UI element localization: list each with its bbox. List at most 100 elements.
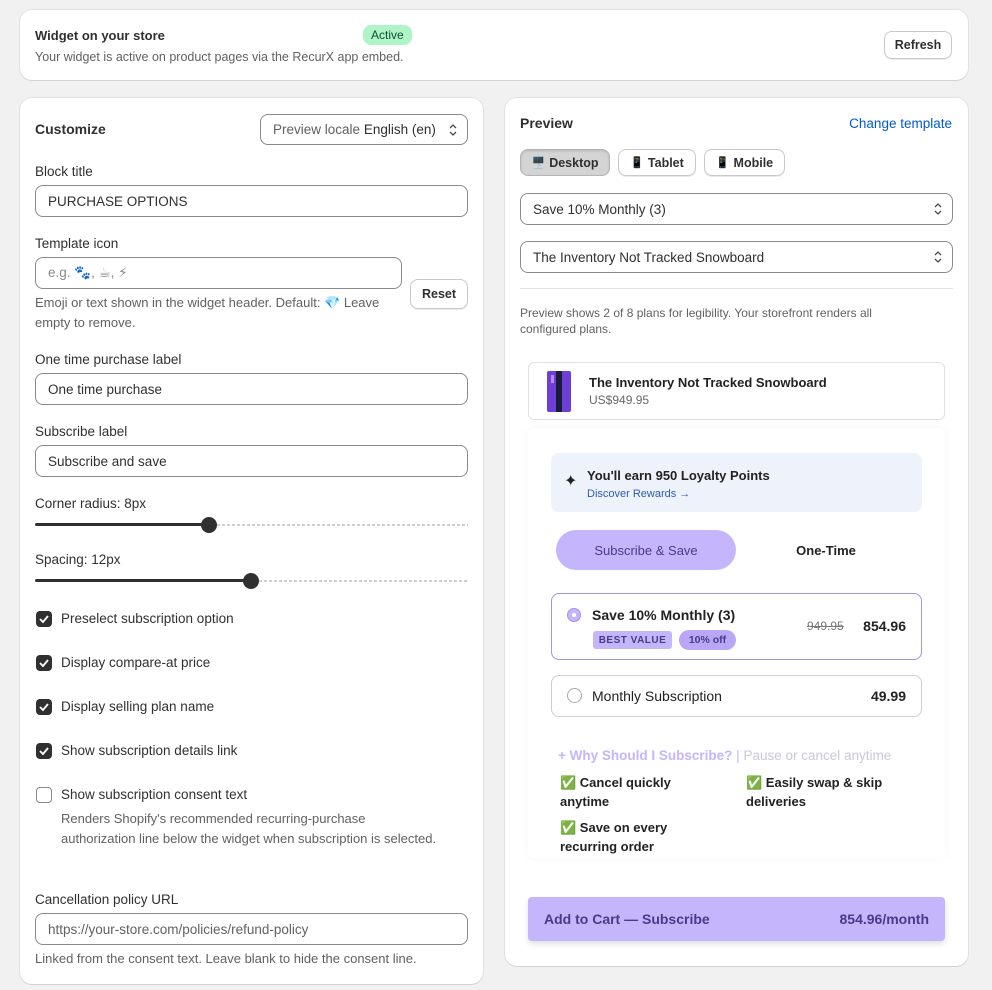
why-subscribe-heading: + Why Should I Subscribe? — [558, 748, 733, 763]
subscription-widget: ✦ You'll earn 950 Loyalty Points Discove… — [528, 428, 945, 858]
divider — [520, 288, 953, 289]
template-icon-input[interactable]: e.g. 🐾, ☕, ⚡ — [35, 257, 402, 289]
product-name: The Inventory Not Tracked Snowboard — [589, 375, 827, 390]
radio-icon — [567, 688, 582, 703]
benefit-item: ✅ Easily swap & skip deliveries — [746, 775, 883, 809]
radio-selected-icon — [567, 608, 581, 622]
product-summary: The Inventory Not Tracked Snowboard US$9… — [528, 362, 945, 420]
customize-card: Customize Preview locale English (en) Bl… — [20, 98, 483, 984]
select-chevron-icon — [934, 203, 942, 215]
plan-price: 49.99 — [870, 688, 906, 704]
cancellation-url-help: Linked from the consent text. Leave blan… — [35, 951, 417, 966]
add-to-cart-label: Add to Cart — Subscribe — [544, 911, 710, 927]
product-select-value: The Inventory Not Tracked Snowboard — [533, 249, 765, 265]
subscription-details-link-label: Show subscription details link — [61, 743, 238, 758]
widget-status-card: Widget on your store Active Your widget … — [20, 10, 968, 80]
plan-name: Monthly Subscription — [592, 688, 722, 704]
plan-name: Save 10% Monthly (3) — [592, 607, 736, 623]
add-to-cart-button[interactable]: Add to Cart — Subscribe 854.96/month — [528, 897, 945, 941]
refresh-button[interactable]: Refresh — [884, 31, 952, 59]
subscribe-label-label: Subscribe label — [35, 424, 128, 439]
product-select[interactable]: The Inventory Not Tracked Snowboard — [520, 241, 953, 273]
loyalty-banner: ✦ You'll earn 950 Loyalty Points Discove… — [551, 453, 922, 512]
selling-plan-name-label: Display selling plan name — [61, 699, 215, 714]
slider-thumb[interactable] — [243, 573, 259, 589]
slider-fill — [35, 579, 251, 582]
spacing-label: Spacing: 12px — [35, 552, 121, 567]
selling-plan-name-checkbox[interactable] — [36, 699, 52, 715]
loyalty-title: You'll earn 950 Loyalty Points — [587, 468, 770, 483]
customize-title: Customize — [35, 121, 106, 137]
spacing-slider[interactable] — [35, 573, 468, 589]
slider-track — [217, 524, 468, 526]
device-mobile-label: Mobile — [733, 155, 774, 170]
template-icon-label: Template icon — [35, 236, 119, 251]
check-icon — [39, 747, 49, 756]
select-chevron-icon — [449, 123, 457, 136]
device-tablet-button[interactable]: 📱 Tablet — [618, 149, 696, 176]
add-to-cart-price: 854.96/month — [839, 911, 929, 927]
tab-subscribe-save[interactable]: Subscribe & Save — [556, 530, 736, 570]
why-subscribe-subtitle: Pause or cancel anytime — [743, 748, 892, 763]
discover-rewards-link[interactable]: Discover Rewards → — [587, 488, 690, 500]
mobile-icon: 📱 — [715, 157, 730, 169]
tablet-icon: 📱 — [630, 157, 644, 169]
one-time-label-label: One time purchase label — [35, 352, 182, 367]
block-title-input[interactable]: PURCHASE OPTIONS — [35, 185, 468, 217]
preview-note: Preview shows 2 of 8 plans for legibilit… — [520, 306, 872, 336]
cancellation-url-label: Cancellation policy URL — [35, 892, 179, 907]
locale-select-value: English (en) — [363, 122, 436, 137]
cancellation-url-input[interactable]: https://your-store.com/policies/refund-p… — [35, 913, 468, 945]
consent-text-label: Show subscription consent text — [61, 787, 248, 802]
widget-status-title: Widget on your store — [35, 28, 165, 43]
consent-text-checkbox[interactable] — [36, 787, 52, 803]
preview-card: Preview Change template 🖥️ Desktop 📱 Table… — [505, 98, 968, 966]
why-subscribe-link[interactable]: + Why Should I Subscribe? | Pause or can… — [558, 748, 891, 763]
check-icon — [39, 659, 49, 668]
slider-thumb[interactable] — [201, 517, 217, 533]
select-chevron-icon — [934, 251, 942, 263]
reset-icon-button[interactable]: Reset — [410, 279, 468, 309]
slider-track — [259, 580, 468, 582]
one-time-label-input[interactable]: One time purchase — [35, 373, 468, 405]
subscription-details-link-checkbox[interactable] — [36, 743, 52, 759]
compare-at-price-label: Display compare-at price — [61, 655, 211, 670]
device-desktop-button[interactable]: 🖥️ Desktop — [520, 149, 610, 176]
tab-one-time[interactable]: One-Time — [748, 530, 904, 570]
compare-at-price: 949.95 — [807, 619, 844, 633]
why-subscribe-separator: | — [736, 748, 740, 763]
template-icon-help: Emoji or text shown in the widget header… — [35, 295, 380, 330]
corner-radius-label: Corner radius: 8px — [35, 496, 147, 511]
device-tablet-label: Tablet — [647, 155, 684, 170]
plan-select-value: Save 10% Monthly (3) — [533, 201, 666, 217]
locale-select-label: Preview locale — [273, 122, 361, 137]
status-badge: Active — [363, 25, 412, 45]
subscribe-label-input[interactable]: Subscribe and save — [35, 445, 468, 477]
widget-status-description: Your widget is active on product pages v… — [35, 50, 404, 64]
compare-at-price-checkbox[interactable] — [36, 655, 52, 671]
change-template-link[interactable]: Change template — [849, 116, 952, 131]
benefit-item: ✅ Cancel quickly anytime — [560, 775, 671, 809]
discount-badge: 10% off — [679, 630, 736, 650]
slider-fill — [35, 523, 209, 526]
check-icon — [39, 615, 49, 624]
desktop-icon: 🖥️ — [531, 157, 546, 169]
best-value-badge: BEST VALUE — [593, 631, 672, 649]
benefit-item: ✅ Save on every recurring order — [560, 820, 668, 854]
sparkle-icon: ✦ — [564, 473, 578, 490]
plan-select[interactable]: Save 10% Monthly (3) — [520, 193, 953, 225]
preview-title: Preview — [520, 115, 573, 131]
plan-price: 854.96 — [863, 618, 906, 634]
plan-option-selected[interactable]: Save 10% Monthly (3) BEST VALUE 10% off … — [551, 593, 922, 660]
plan-option[interactable]: Monthly Subscription 49.99 — [551, 675, 922, 717]
device-desktop-label: Desktop — [549, 155, 599, 170]
block-title-label: Block title — [35, 164, 93, 179]
preselect-subscription-checkbox[interactable] — [36, 611, 52, 627]
corner-radius-slider[interactable] — [35, 517, 468, 533]
product-price: US$949.95 — [589, 393, 650, 407]
preview-locale-select[interactable]: Preview locale English (en) — [260, 114, 468, 145]
device-mobile-button[interactable]: 📱 Mobile — [704, 149, 785, 176]
product-thumbnail — [547, 371, 571, 412]
consent-text-help: Renders Shopify's recommended recurring-… — [61, 811, 437, 846]
check-icon — [39, 703, 49, 712]
